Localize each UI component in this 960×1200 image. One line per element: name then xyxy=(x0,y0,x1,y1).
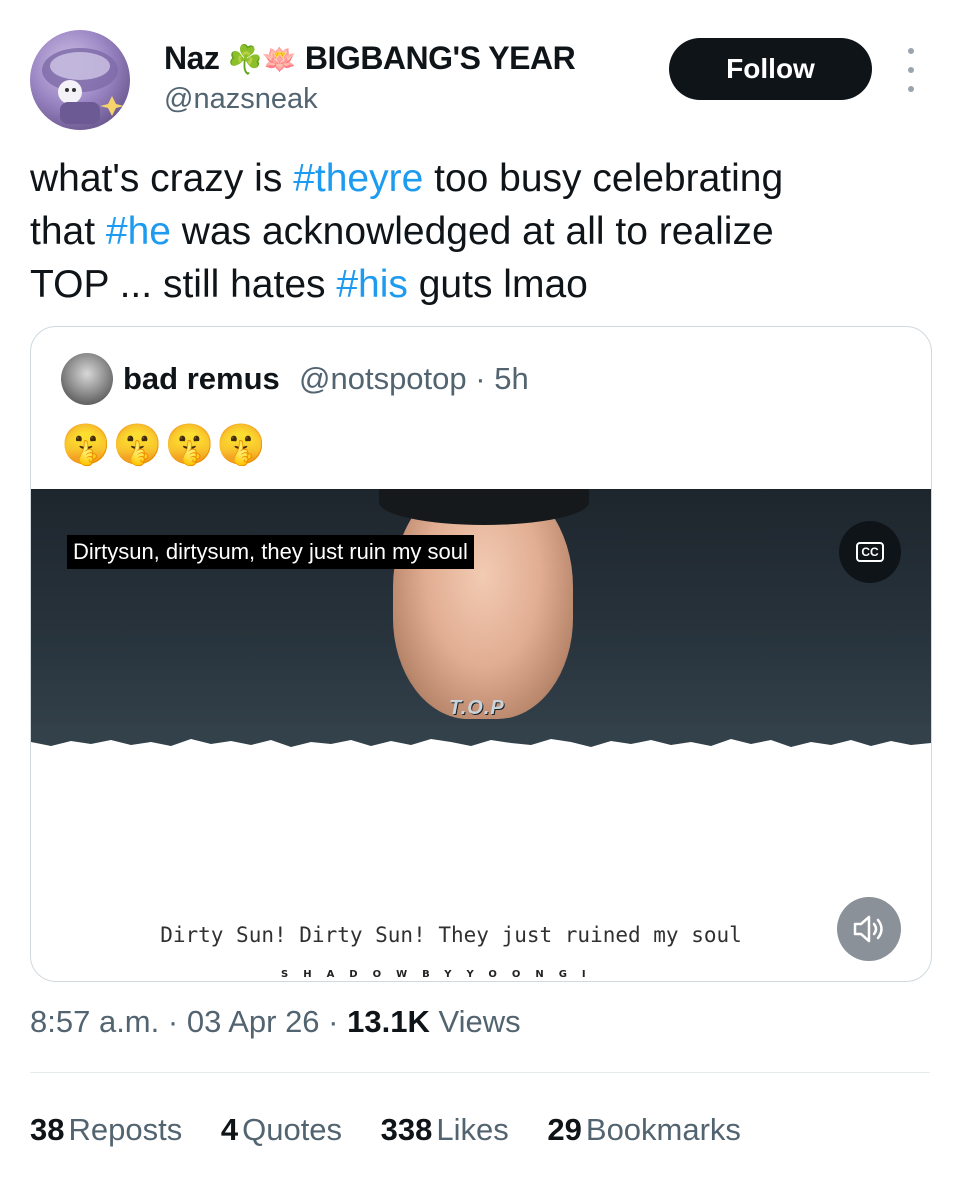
quoted-tweet-text: 🤫🤫🤫🤫 xyxy=(61,422,269,468)
video-waveform xyxy=(31,725,931,747)
quoted-author-avatar[interactable] xyxy=(61,353,113,405)
tweet-timestamp: 8:57 a.m. · 03 Apr 26 · 13.1K Views xyxy=(30,1004,521,1039)
tweet-date[interactable]: 03 Apr 26 xyxy=(187,1004,320,1039)
divider xyxy=(30,1072,930,1073)
engagement-stats: 38 Reposts 4 Quotes 338 Likes 29 Bookmarks xyxy=(30,1112,771,1148)
quoted-author-name[interactable]: bad remus xyxy=(123,361,280,397)
video-player[interactable]: Dirtysun, dirtysum, they just ruin my so… xyxy=(31,489,931,739)
reposts-stat[interactable]: 38 Reposts xyxy=(30,1112,182,1147)
quotes-stat[interactable]: 4 Quotes xyxy=(221,1112,342,1147)
video-watermark: SHADOWBYYOONGI xyxy=(281,969,601,980)
tweet-text: what's crazy is #theyre too busy celebra… xyxy=(30,157,784,306)
video-overlay-label: T.O.P xyxy=(449,697,505,719)
quoted-author-handle[interactable]: @notspotop xyxy=(299,361,467,396)
name-emojis: ☘️🪷 xyxy=(227,43,297,76)
video-caption: Dirtysun, dirtysum, they just ruin my so… xyxy=(67,535,474,569)
quoted-tweet-card[interactable]: bad remus @notspotop · 5h 🤫🤫🤫🤫 Dirtysun,… xyxy=(30,326,932,982)
video-lyrics-text: Dirty Sun! Dirty Sun! They just ruined m… xyxy=(160,923,742,947)
author-display-name[interactable]: Naz ☘️🪷 BIGBANG'S YEAR xyxy=(164,40,576,77)
cc-icon[interactable]: CC xyxy=(839,521,901,583)
views-label: Views xyxy=(438,1004,521,1039)
hashtag-link[interactable]: #his xyxy=(336,263,408,306)
hashtag-link[interactable]: #he xyxy=(106,210,171,253)
author-avatar[interactable] xyxy=(30,30,130,130)
tweet-time[interactable]: 8:57 a.m. xyxy=(30,1004,159,1039)
views-count: 13.1K xyxy=(347,1004,430,1039)
volume-icon[interactable] xyxy=(837,897,901,961)
quoted-author-meta: @notspotop · 5h xyxy=(299,361,529,396)
likes-stat[interactable]: 338 Likes xyxy=(381,1112,509,1147)
author-handle[interactable]: @nazsneak xyxy=(164,83,318,116)
hashtag-link[interactable]: #theyre xyxy=(293,157,423,200)
quoted-tweet-time[interactable]: 5h xyxy=(494,361,528,396)
follow-button[interactable]: Follow xyxy=(669,38,872,100)
more-icon[interactable] xyxy=(896,48,926,92)
bookmarks-stat[interactable]: 29 Bookmarks xyxy=(547,1112,741,1147)
